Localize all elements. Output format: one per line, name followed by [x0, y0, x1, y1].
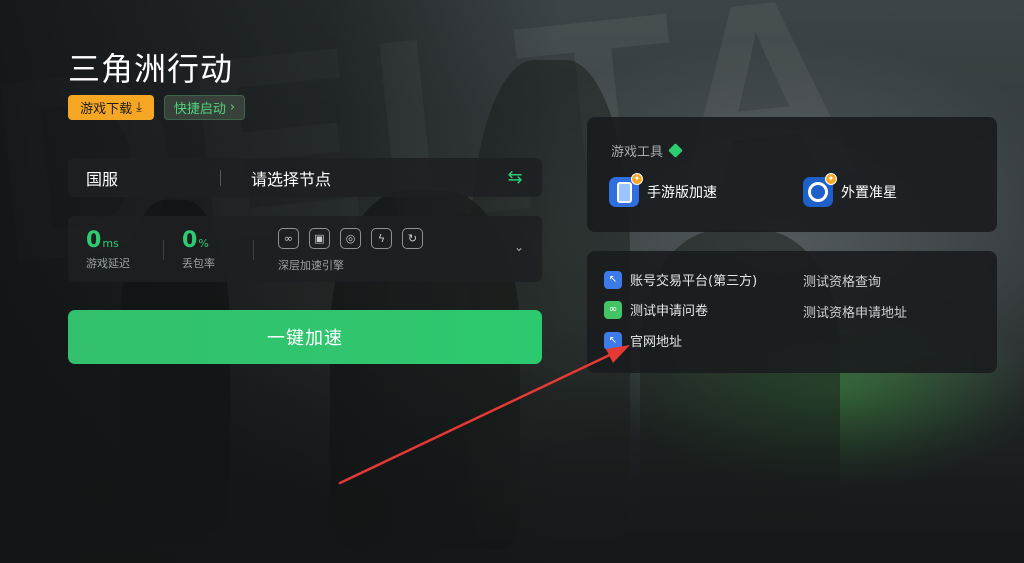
server-selector[interactable]: 国服 请选择节点 ⇆ — [68, 158, 542, 197]
test-survey-label: 测试申请问卷 — [630, 304, 709, 319]
server-region[interactable]: 国服 — [68, 166, 220, 190]
phone-icon: ✦ — [609, 173, 643, 207]
swap-icon[interactable]: ⇆ — [500, 167, 530, 188]
boost-button[interactable]: 一键加速 — [68, 310, 542, 364]
background-shade — [0, 363, 1024, 563]
account-trade-label: 账号交易平台(第三方) — [630, 274, 758, 289]
mobile-boost-tool[interactable]: ✦ 手游版加速 — [609, 173, 717, 207]
badge-icon: ✦ — [825, 173, 837, 185]
badge-icon: ✦ — [631, 173, 643, 185]
account-trade-link[interactable]: ↖ 账号交易平台(第三方) — [604, 270, 757, 289]
refresh-icon[interactable]: ↻ — [402, 228, 423, 249]
chevron-right-icon: › — [229, 100, 236, 115]
crosshair-tool[interactable]: ✦ 外置准星 — [803, 173, 897, 207]
game-title: 三角洲行动 — [68, 50, 234, 88]
divider — [163, 240, 164, 260]
mobile-boost-label: 手游版加速 — [647, 185, 717, 201]
image-icon[interactable]: ▣ — [309, 228, 330, 249]
latency-label: 游戏延迟 — [86, 257, 130, 270]
download-icon: ⤓ — [136, 100, 142, 115]
node-select[interactable]: 请选择节点 — [251, 166, 500, 190]
packet-loss-stat: 0% 丢包率 — [182, 228, 215, 271]
game-download-label: 游戏下载 — [80, 102, 133, 117]
test-qualification-query-link[interactable]: 测试资格查询 — [803, 271, 881, 290]
tools-title: 游戏工具 — [611, 141, 683, 160]
link-icon[interactable]: ∞ — [278, 228, 299, 249]
divider — [253, 240, 254, 260]
latency-unit: ms — [102, 237, 119, 250]
latency-stat: 0ms 游戏延迟 — [86, 228, 130, 271]
latency-value: 0 — [86, 228, 102, 253]
packet-loss-unit: % — [198, 237, 209, 250]
link-icon: ∞ — [604, 300, 622, 319]
test-survey-link[interactable]: ∞ 测试申请问卷 — [604, 300, 708, 319]
cursor-icon: ↖ — [604, 331, 622, 350]
chevron-down-icon[interactable]: ⌄ — [514, 240, 524, 254]
test-qualification-apply-link[interactable]: 测试资格申请地址 — [803, 302, 907, 321]
engine-icons: ∞ ▣ ◎ ϟ ↻ — [278, 228, 423, 249]
links-panel: ↖ 账号交易平台(第三方) ∞ 测试申请问卷 ↖ 官网地址 测试资格查询 测试资… — [587, 251, 997, 373]
engine-label: 深层加速引擎 — [278, 259, 344, 272]
crosshair-label: 外置准星 — [841, 185, 897, 201]
tools-panel: 游戏工具 ✦ 手游版加速 ✦ 外置准星 — [587, 117, 997, 232]
packet-loss-label: 丢包率 — [182, 257, 215, 270]
packet-loss-value: 0 — [182, 228, 198, 253]
quick-start-label: 快捷启动 — [173, 102, 226, 117]
official-site-link[interactable]: ↖ 官网地址 — [604, 331, 682, 350]
stats-panel: 0ms 游戏延迟 0% 丢包率 ∞ ▣ ◎ ϟ ↻ 深层加速引擎 ⌄ — [68, 216, 542, 282]
loop-icon[interactable]: ◎ — [340, 228, 361, 249]
game-download-button[interactable]: 游戏下载 ⤓ — [68, 95, 154, 120]
cursor-icon: ↖ — [604, 270, 622, 289]
divider — [220, 169, 221, 186]
bolt-icon[interactable]: ϟ — [371, 228, 392, 249]
crosshair-icon: ✦ — [803, 173, 837, 207]
cube-icon — [668, 143, 683, 158]
official-site-label: 官网地址 — [630, 335, 683, 350]
tools-title-text: 游戏工具 — [611, 145, 664, 160]
quick-start-button[interactable]: 快捷启动 › — [164, 95, 245, 120]
